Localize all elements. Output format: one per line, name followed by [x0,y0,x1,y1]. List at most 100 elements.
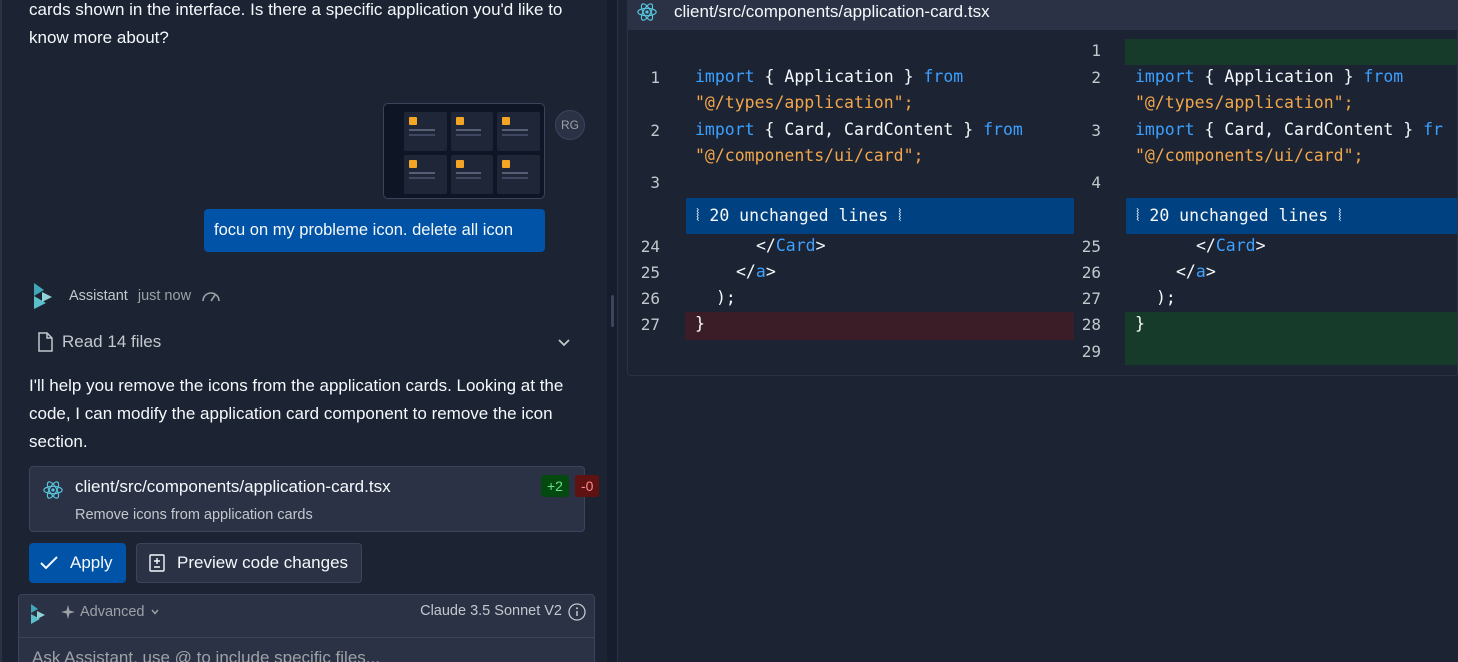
line-number: 1 [1091,41,1101,60]
read-files-label: Read 14 files [62,332,162,351]
code-line: "@/types/application"; [1135,90,1354,116]
code-line: </Card> [756,233,826,259]
thumbnail-card [497,112,540,151]
code-line: </Card> [1196,233,1266,259]
assistant-chat-panel: cards shown in the interface. Is there a… [0,0,607,662]
line-number: 3 [650,173,660,192]
chevron-down-icon [150,609,159,615]
code-token: "@/types/application"; [1135,93,1354,112]
code-token: fr [1423,120,1443,139]
code-token: </ [1176,262,1196,281]
thumbnail-card [497,155,540,194]
code-token: </ [736,262,756,281]
code-token: > [1255,236,1266,255]
code-line: } [695,314,705,333]
code-token: > [1205,262,1216,281]
code-token: Card [1215,236,1256,255]
code-token: import [695,120,755,139]
code-token: import [695,67,755,86]
line-number: 1 [650,68,660,87]
code-line: ); [1156,288,1176,307]
code-line: ); [716,288,736,307]
thumbnail-card [404,112,447,151]
added-line-highlight [1125,312,1457,365]
code-line: "@/components/ui/card"; [1135,143,1363,169]
removed-line-highlight [685,312,1074,340]
panel-resize-divider[interactable] [607,0,618,662]
check-icon [40,556,58,570]
thumbnail-card [450,112,494,151]
diff-file-header: client/src/components/application-card.t… [628,0,1457,30]
assistant-explanation: I'll help you remove the icons from the … [29,376,564,451]
code-token: </ [756,236,776,255]
code-token: import [1135,120,1195,139]
code-line: import { Card, CardContent } fr [1135,117,1443,143]
file-card-filename: client/src/components/application-card.t… [75,477,391,496]
code-token: "@/components/ui/card"; [695,146,924,165]
thumbnail-card [404,155,447,194]
diff-viewer: client/src/components/application-card.t… [618,0,1458,662]
code-token: a [1195,262,1206,281]
line-number: 2 [1091,68,1101,87]
diff-panel: client/src/components/application-card.t… [627,0,1458,376]
file-change-card[interactable]: client/src/components/application-card.t… [29,466,600,532]
code-line: import { Application } from [1135,64,1403,90]
file-card-description: Remove icons from application cards [75,507,313,523]
react-icon [43,481,63,499]
line-number: 25 [640,263,660,282]
assistant-logo-icon [34,283,52,309]
chat-input[interactable] [19,637,594,662]
added-line-highlight [1125,39,1457,65]
line-number: 2 [650,121,660,140]
unchanged-lines-expander[interactable]: ⦚ 20 unchanged lines ⦚ [1126,198,1457,234]
code-token: from [1363,67,1404,86]
assistant-name: Assistant [69,288,128,304]
code-token: { Card, CardContent } [764,120,974,139]
preview-code-changes-button[interactable]: Preview code changes [136,543,362,583]
diff-icon [149,554,165,572]
unchanged-lines-expander[interactable]: ⦚ 20 unchanged lines ⦚ [686,198,1074,234]
line-number: 26 [1081,263,1101,282]
apply-button-label: Apply [70,553,113,572]
line-number: 27 [640,315,660,334]
code-token: import [1135,67,1195,86]
sparkle-icon [61,605,75,619]
code-token: > [765,262,776,281]
react-icon [637,2,657,21]
assistant-header: Assistant just now [31,281,221,311]
assistant-message-text: cards shown in the interface. Is there a… [29,0,563,47]
diff-file-path: client/src/components/application-card.t… [674,1,990,21]
mode-selector[interactable]: Advanced [61,602,160,622]
code-line: } [1135,314,1145,333]
code-token: from [923,67,964,86]
code-token: Card [775,236,816,255]
assistant-logo-icon [31,604,45,624]
user-avatar: RG [555,110,585,140]
info-icon[interactable] [568,603,586,621]
code-token: "@/types/application"; [695,93,914,112]
line-number: 27 [1081,289,1101,308]
mode-label: Advanced [80,604,145,620]
preview-button-label: Preview code changes [177,553,349,572]
code-token: { Application } [764,67,914,86]
line-number: 25 [1081,237,1101,256]
speedometer-icon[interactable] [201,289,221,303]
resize-grip[interactable] [611,295,614,327]
chevron-down-icon [558,339,570,347]
read-files-collapsible[interactable]: Read 14 files [29,325,585,359]
file-icon [38,332,53,352]
model-selector[interactable]: Claude 3.5 Sonnet V2 [420,603,562,619]
line-number: 4 [1091,173,1101,192]
attached-screenshot-thumbnail[interactable] [383,103,545,199]
code-line: import { Application } from [695,64,963,90]
code-line: </a> [1176,259,1216,285]
code-token: > [815,236,826,255]
line-number: 29 [1081,342,1101,361]
line-number: 26 [640,289,660,308]
line-number: 3 [1091,121,1101,140]
line-number: 28 [1081,315,1101,334]
code-token: a [755,262,766,281]
apply-button[interactable]: Apply [29,543,126,583]
thumbnail-card [450,155,494,194]
message-timestamp: just now [137,288,192,304]
